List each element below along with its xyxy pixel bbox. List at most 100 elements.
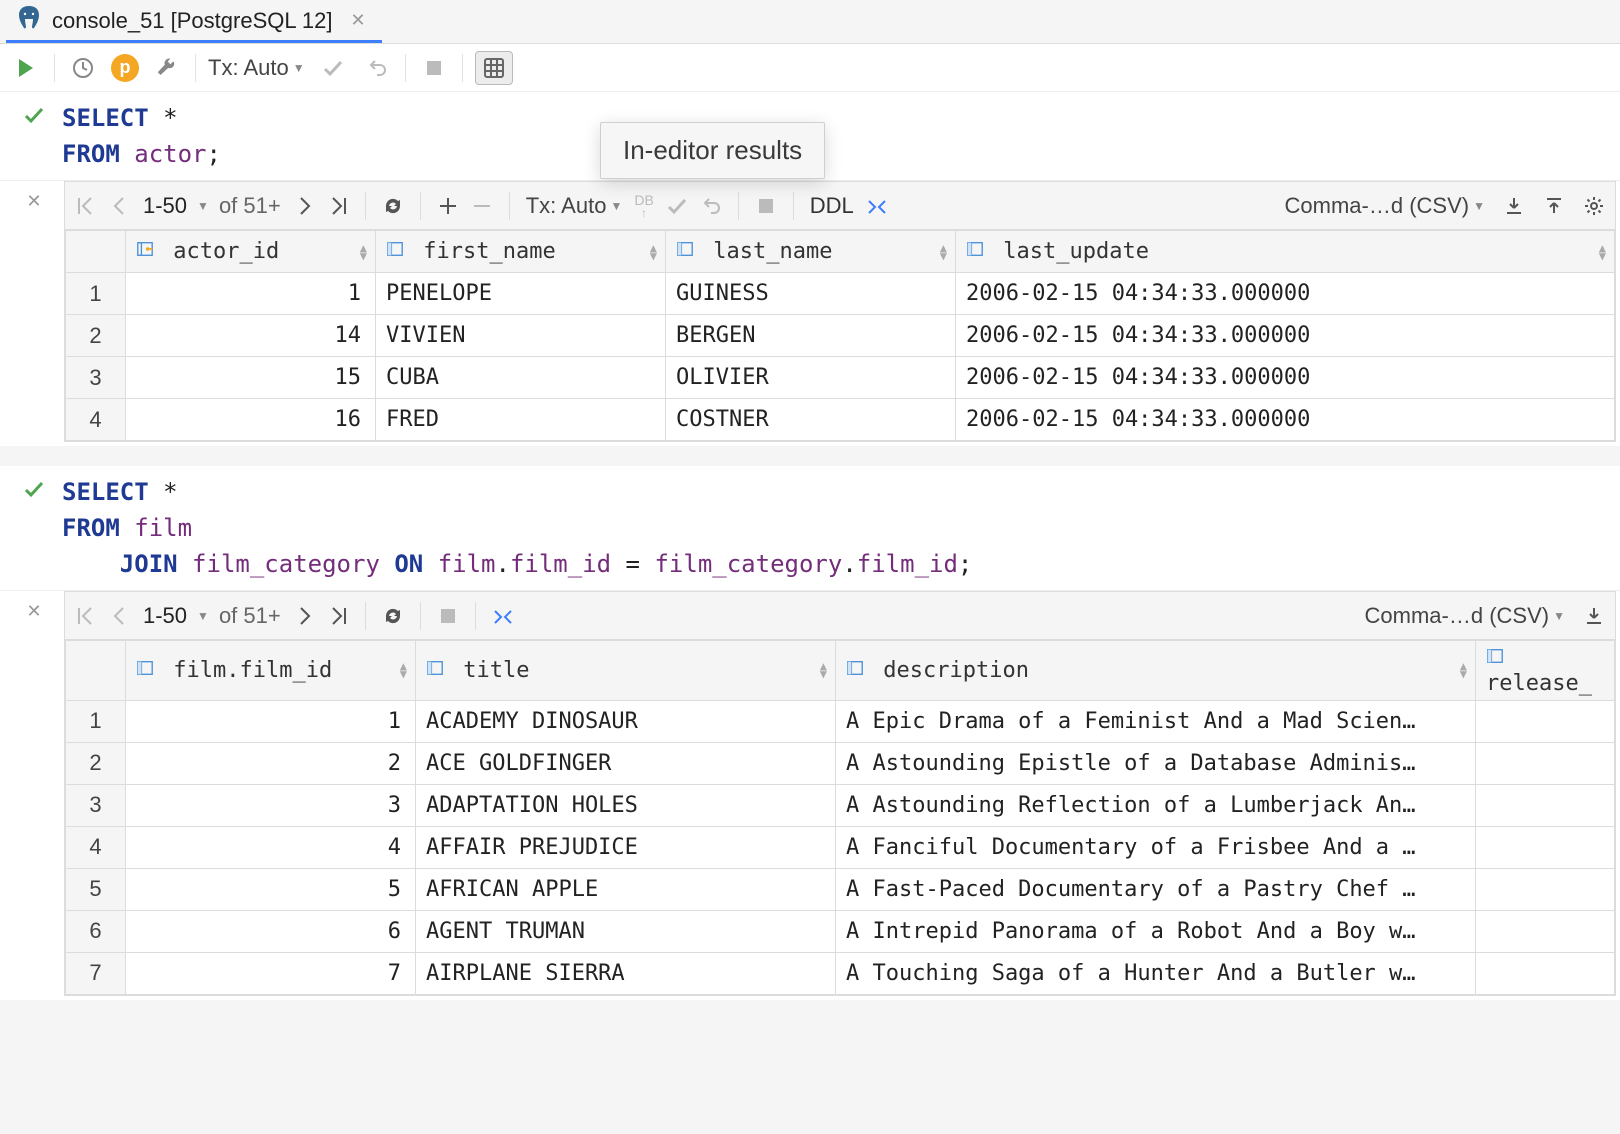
cell-last-update[interactable]: 2006-02-15 04:34:33.000000 xyxy=(956,357,1615,399)
results-table-2[interactable]: film.film_id ▲▼ title ▲▼ description ▲▼ xyxy=(65,640,1615,995)
cell-first-name[interactable]: CUBA xyxy=(376,357,666,399)
cell-last-name[interactable]: COSTNER xyxy=(666,399,956,441)
download-button[interactable] xyxy=(1503,195,1525,217)
in-editor-results-button[interactable] xyxy=(475,51,513,85)
cell-title[interactable]: ACADEMY DINOSAUR xyxy=(416,700,836,742)
cell-film-id[interactable]: 2 xyxy=(126,742,416,784)
cell-last-name[interactable]: BERGEN xyxy=(666,315,956,357)
cell-description[interactable]: A Astounding Reflection of a Lumberjack … xyxy=(836,784,1476,826)
code-block-2[interactable]: SELECT * FROM film JOIN film_category ON… xyxy=(0,466,1620,591)
column-header-description[interactable]: description ▲▼ xyxy=(836,641,1476,701)
table-row[interactable]: 7 7 AIRPLANE SIERRA A Touching Saga of a… xyxy=(66,952,1615,994)
prev-page-button[interactable] xyxy=(109,605,131,627)
pause-indicator[interactable]: p xyxy=(111,54,139,82)
cell-title[interactable]: AFFAIR PREJUDICE xyxy=(416,826,836,868)
export-format-dropdown[interactable]: Comma-…d (CSV) ▼ xyxy=(1365,603,1565,629)
cell-first-name[interactable]: FRED xyxy=(376,399,666,441)
cell-film-id[interactable]: 7 xyxy=(126,952,416,994)
cell-title[interactable]: AFRICAN APPLE xyxy=(416,868,836,910)
close-results-button[interactable]: ✕ xyxy=(4,181,64,442)
cell-description[interactable]: A Astounding Epistle of a Database Admin… xyxy=(836,742,1476,784)
table-row[interactable]: 2 2 ACE GOLDFINGER A Astounding Epistle … xyxy=(66,742,1615,784)
column-header-last-name[interactable]: last_name ▲▼ xyxy=(666,231,956,273)
cell-release[interactable] xyxy=(1476,784,1615,826)
cell-first-name[interactable]: PENELOPE xyxy=(376,273,666,315)
pager[interactable]: 1-50 ▼ of 51+ xyxy=(143,193,281,219)
refresh-button[interactable] xyxy=(382,605,404,627)
cell-film-id[interactable]: 5 xyxy=(126,868,416,910)
next-page-button[interactable] xyxy=(293,605,315,627)
last-page-button[interactable] xyxy=(327,605,349,627)
cell-title[interactable]: ACE GOLDFINGER xyxy=(416,742,836,784)
cell-description[interactable]: A Intrepid Panorama of a Robot And a Boy… xyxy=(836,910,1476,952)
results-table-1[interactable]: actor_id ▲▼ first_name ▲▼ last_name ▲▼ xyxy=(65,230,1615,441)
compare-button[interactable] xyxy=(492,605,514,627)
stop-button[interactable] xyxy=(437,605,459,627)
cell-description[interactable]: A Fanciful Documentary of a Frisbee And … xyxy=(836,826,1476,868)
cell-last-update[interactable]: 2006-02-15 04:34:33.000000 xyxy=(956,399,1615,441)
upload-button[interactable] xyxy=(1543,195,1565,217)
next-page-button[interactable] xyxy=(293,195,315,217)
table-row[interactable]: 1 1 ACADEMY DINOSAUR A Epic Drama of a F… xyxy=(66,700,1615,742)
cell-release[interactable] xyxy=(1476,826,1615,868)
rollback-button[interactable] xyxy=(361,52,393,84)
stop-button[interactable] xyxy=(418,52,450,84)
cell-film-id[interactable]: 1 xyxy=(126,700,416,742)
cell-title[interactable]: ADAPTATION HOLES xyxy=(416,784,836,826)
table-row[interactable]: 1 1 PENELOPE GUINESS 2006-02-15 04:34:33… xyxy=(66,273,1615,315)
cell-last-update[interactable]: 2006-02-15 04:34:33.000000 xyxy=(956,315,1615,357)
cell-release[interactable] xyxy=(1476,700,1615,742)
table-row[interactable]: 4 4 AFFAIR PREJUDICE A Fanciful Document… xyxy=(66,826,1615,868)
cell-actor-id[interactable]: 16 xyxy=(126,399,376,441)
cell-film-id[interactable]: 6 xyxy=(126,910,416,952)
refresh-button[interactable] xyxy=(382,195,404,217)
run-button[interactable] xyxy=(10,52,42,84)
cell-last-update[interactable]: 2006-02-15 04:34:33.000000 xyxy=(956,273,1615,315)
cell-first-name[interactable]: VIVIEN xyxy=(376,315,666,357)
cell-film-id[interactable]: 4 xyxy=(126,826,416,868)
tab-console-51[interactable]: console_51 [PostgreSQL 12] ✕ xyxy=(6,1,382,43)
column-header-title[interactable]: title ▲▼ xyxy=(416,641,836,701)
commit-button[interactable] xyxy=(317,52,349,84)
remove-row-button[interactable] xyxy=(471,195,493,217)
ddl-button[interactable]: DDL xyxy=(810,193,854,219)
table-row[interactable]: 3 3 ADAPTATION HOLES A Astounding Reflec… xyxy=(66,784,1615,826)
cell-actor-id[interactable]: 14 xyxy=(126,315,376,357)
cell-last-name[interactable]: OLIVIER xyxy=(666,357,956,399)
column-header-film-id[interactable]: film.film_id ▲▼ xyxy=(126,641,416,701)
compare-button[interactable] xyxy=(866,195,888,217)
table-row[interactable]: 3 15 CUBA OLIVIER 2006-02-15 04:34:33.00… xyxy=(66,357,1615,399)
add-row-button[interactable] xyxy=(437,195,459,217)
settings-gear-button[interactable] xyxy=(1583,195,1605,217)
tx-mode-dropdown[interactable]: Tx: Auto ▼ xyxy=(526,193,623,219)
last-page-button[interactable] xyxy=(327,195,349,217)
cell-film-id[interactable]: 3 xyxy=(126,784,416,826)
stop-button[interactable] xyxy=(755,195,777,217)
close-results-button[interactable]: ✕ xyxy=(4,591,64,996)
cell-release[interactable] xyxy=(1476,952,1615,994)
table-row[interactable]: 5 5 AFRICAN APPLE A Fast-Paced Documenta… xyxy=(66,868,1615,910)
cell-release[interactable] xyxy=(1476,910,1615,952)
column-header-first-name[interactable]: first_name ▲▼ xyxy=(376,231,666,273)
settings-button[interactable] xyxy=(151,52,183,84)
cell-actor-id[interactable]: 1 xyxy=(126,273,376,315)
table-row[interactable]: 6 6 AGENT TRUMAN A Intrepid Panorama of … xyxy=(66,910,1615,952)
column-header-last-update[interactable]: last_update ▲▼ xyxy=(956,231,1615,273)
commit-button[interactable] xyxy=(666,195,688,217)
cell-last-name[interactable]: GUINESS xyxy=(666,273,956,315)
sql-code[interactable]: SELECT * FROM film JOIN film_category ON… xyxy=(62,474,972,582)
cell-title[interactable]: AIRPLANE SIERRA xyxy=(416,952,836,994)
table-row[interactable]: 4 16 FRED COSTNER 2006-02-15 04:34:33.00… xyxy=(66,399,1615,441)
db-indicator[interactable]: DB ↑ xyxy=(634,193,653,219)
sql-code[interactable]: SELECT * FROM actor; xyxy=(62,100,221,172)
cell-title[interactable]: AGENT TRUMAN xyxy=(416,910,836,952)
rollback-button[interactable] xyxy=(700,195,722,217)
first-page-button[interactable] xyxy=(75,605,97,627)
cell-description[interactable]: A Fast-Paced Documentary of a Pastry Che… xyxy=(836,868,1476,910)
cell-release[interactable] xyxy=(1476,868,1615,910)
cell-description[interactable]: A Epic Drama of a Feminist And a Mad Sci… xyxy=(836,700,1476,742)
pager[interactable]: 1-50 ▼ of 51+ xyxy=(143,603,281,629)
table-row[interactable]: 2 14 VIVIEN BERGEN 2006-02-15 04:34:33.0… xyxy=(66,315,1615,357)
column-header-actor-id[interactable]: actor_id ▲▼ xyxy=(126,231,376,273)
first-page-button[interactable] xyxy=(75,195,97,217)
